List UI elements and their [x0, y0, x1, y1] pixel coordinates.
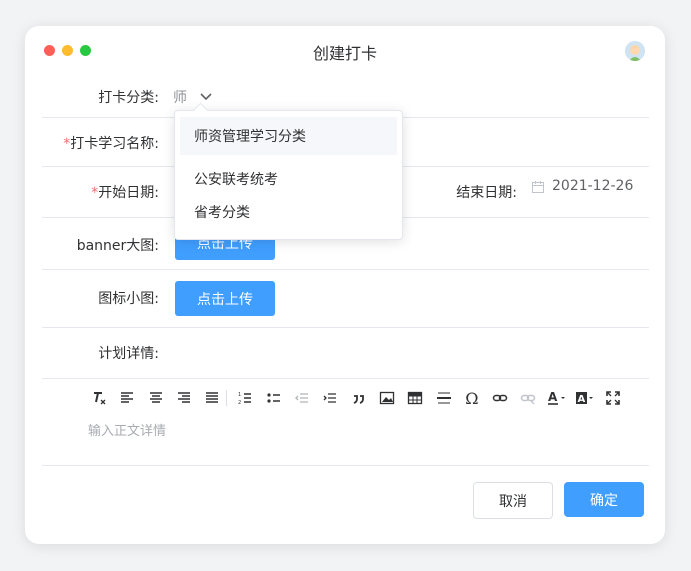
font-color-icon[interactable]: A	[545, 387, 569, 409]
category-label: 打卡分类:	[98, 90, 159, 106]
category-select-value[interactable]: 师	[173, 87, 187, 107]
toolbar-separator	[226, 390, 228, 406]
align-left-icon[interactable]	[115, 387, 139, 409]
background-color-icon[interactable]: A	[573, 387, 597, 409]
end-date-label: 结束日期:	[456, 185, 517, 201]
calendar-icon	[532, 181, 544, 193]
bullet-list-icon[interactable]	[262, 387, 286, 409]
detail-label: 计划详情:	[98, 346, 159, 362]
indent-icon[interactable]	[318, 387, 342, 409]
outdent-icon[interactable]	[290, 387, 314, 409]
blockquote-icon[interactable]	[347, 387, 371, 409]
editor-bottom-divider	[42, 465, 649, 466]
icon-upload-button[interactable]: 点击上传	[175, 281, 275, 316]
start-date-label: *开始日期:	[41, 182, 159, 202]
end-date-input[interactable]: 2021-12-26	[552, 178, 633, 194]
clear-format-icon[interactable]	[87, 387, 111, 409]
confirm-button[interactable]: 确定	[564, 482, 644, 517]
dropdown-option[interactable]: 省考分类	[180, 193, 397, 231]
icon-label: 图标小图:	[98, 291, 159, 307]
align-center-icon[interactable]	[144, 387, 168, 409]
align-right-icon[interactable]	[172, 387, 196, 409]
special-char-icon[interactable]: Ω	[460, 387, 484, 409]
banner-label: banner大图:	[76, 238, 159, 254]
cancel-button[interactable]: 取消	[473, 482, 553, 519]
link-icon[interactable]	[488, 387, 512, 409]
dropdown-option[interactable]: 师资管理学习分类	[180, 117, 397, 155]
svg-text:2: 2	[238, 400, 241, 406]
start-date-label-text: 开始日期:	[98, 185, 159, 201]
align-justify-icon[interactable]	[200, 387, 224, 409]
dialog-title: 创建打卡	[312, 44, 377, 63]
chevron-down-icon[interactable]	[199, 89, 213, 103]
unlink-icon[interactable]	[516, 387, 540, 409]
dropdown-arrow	[192, 102, 209, 119]
image-icon[interactable]	[375, 387, 399, 409]
name-label-text: 打卡学习名称:	[70, 136, 159, 152]
editor-toolbar: 12 Ω A A	[87, 387, 630, 409]
table-icon[interactable]	[403, 387, 427, 409]
svg-text:A: A	[578, 394, 586, 405]
name-label: *打卡学习名称:	[41, 133, 159, 153]
row-divider	[42, 327, 649, 328]
svg-text:1: 1	[238, 392, 241, 398]
row-divider	[42, 269, 649, 270]
user-avatar-icon	[625, 41, 645, 61]
dialog-window: 创建打卡 打卡分类: 师 *打卡学习名称: *开始日期: 结束日期: 2021-…	[25, 26, 665, 544]
category-dropdown: 师资管理学习分类 公安联考统考 省考分类	[174, 102, 403, 240]
ordered-list-icon[interactable]: 12	[233, 387, 257, 409]
row-divider	[42, 378, 649, 379]
fullscreen-icon[interactable]	[601, 387, 625, 409]
horizontal-rule-icon[interactable]	[432, 387, 456, 409]
svg-text:A: A	[548, 390, 558, 404]
editor-body[interactable]: 输入正文详情	[88, 420, 166, 439]
avatar[interactable]	[625, 41, 645, 61]
